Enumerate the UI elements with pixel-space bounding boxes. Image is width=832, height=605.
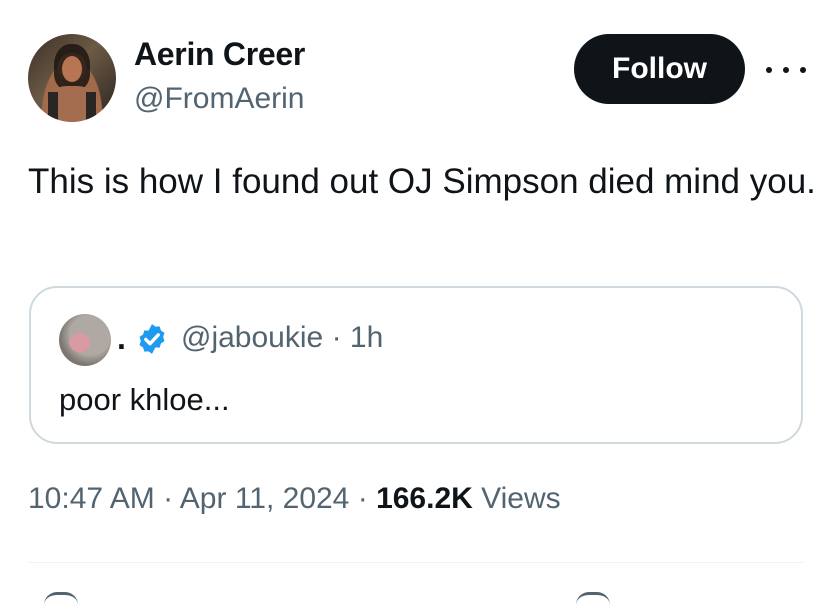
quoted-handle[interactable]: @jaboukie xyxy=(181,321,323,354)
quoted-author-avatar[interactable] xyxy=(59,314,111,366)
more-dot xyxy=(783,67,789,73)
tweet-time[interactable]: 10:47 AM xyxy=(28,482,155,515)
views-count: 166.2K xyxy=(376,482,473,515)
avatar-face xyxy=(62,56,82,82)
author-avatar[interactable] xyxy=(28,34,116,122)
quoted-separator: · xyxy=(331,321,342,354)
tweet-date[interactable]: Apr 11, 2024 xyxy=(180,482,350,515)
reply-icon[interactable] xyxy=(44,592,78,605)
quoted-text: poor khloe... xyxy=(59,382,230,417)
verified-badge-icon xyxy=(139,324,165,354)
quoted-author-name[interactable]: . xyxy=(117,318,126,358)
quoted-time[interactable]: 1h xyxy=(350,321,383,354)
more-horizontal-icon[interactable] xyxy=(766,60,806,80)
views-label: Views xyxy=(481,482,561,515)
author-handle[interactable]: @FromAerin xyxy=(134,82,304,116)
tweet-metadata: 10:47 AM · Apr 11, 2024 · 166.2K Views xyxy=(28,482,561,516)
tweet-text: This is how I found out OJ Simpson died … xyxy=(28,162,816,201)
more-dot xyxy=(800,67,806,73)
follow-button[interactable]: Follow xyxy=(574,34,745,104)
more-dot xyxy=(766,67,772,73)
quoted-meta: @jaboukie · 1h xyxy=(181,318,383,358)
meta-separator: · xyxy=(163,482,174,515)
quoted-tweet[interactable]: . @jaboukie · 1h poor khloe... xyxy=(29,286,803,444)
divider xyxy=(28,562,804,563)
bookmark-icon[interactable] xyxy=(576,592,610,605)
avatar-clothing xyxy=(48,92,96,122)
meta-separator: · xyxy=(357,482,368,515)
author-name[interactable]: Aerin Creer xyxy=(134,36,305,73)
